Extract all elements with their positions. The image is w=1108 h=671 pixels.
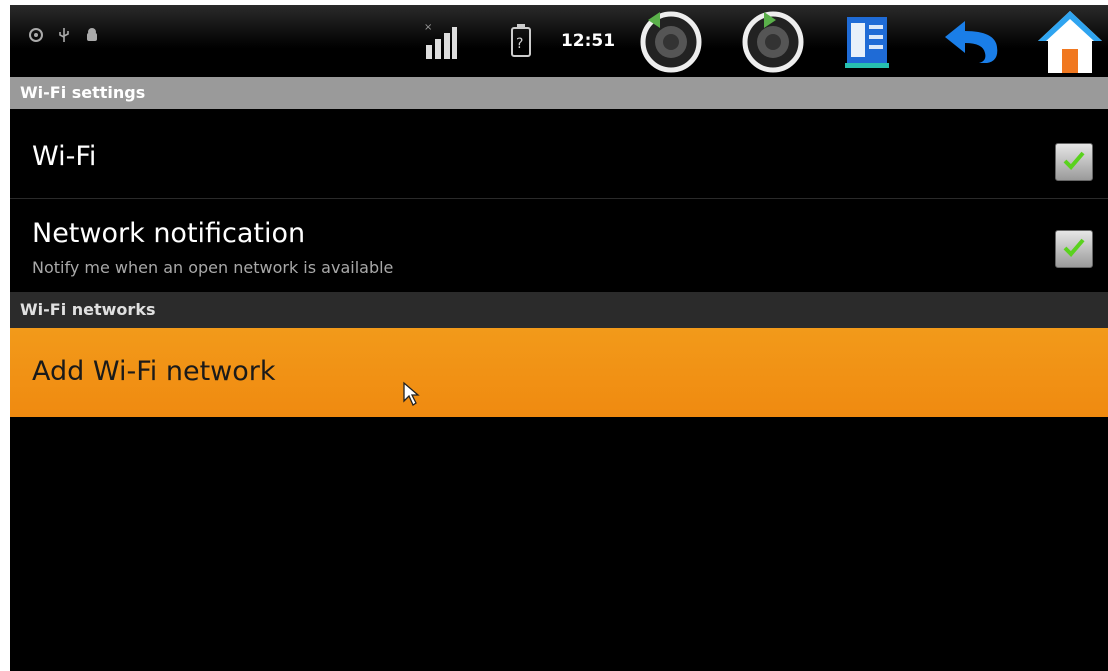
- home-icon[interactable]: [1032, 5, 1108, 77]
- wifi-toggle-label: Wi-Fi: [32, 141, 97, 172]
- check-icon: [1062, 149, 1086, 175]
- device-screen: × ? 12:51 Wi-Fi settings Wi-Fi Network n…: [10, 5, 1108, 671]
- android-debug-icon: [84, 27, 100, 43]
- signal-icon: ×: [420, 5, 460, 77]
- section-header-wifi-networks: Wi-Fi networks: [10, 292, 1108, 328]
- network-notification-row[interactable]: Network notification Notify me when an o…: [10, 200, 1108, 291]
- section-header-wifi-settings: Wi-Fi settings: [10, 77, 1108, 109]
- volume-down-icon[interactable]: [636, 5, 706, 77]
- notification-icons: [28, 27, 100, 43]
- add-wifi-network-row[interactable]: Add Wi-Fi network: [10, 328, 1108, 417]
- mouse-cursor-icon: [402, 381, 420, 411]
- svg-text:?: ?: [516, 36, 523, 52]
- battery-unknown-icon: ?: [506, 5, 536, 77]
- add-wifi-network-label: Add Wi-Fi network: [32, 356, 276, 387]
- wifi-toggle-row[interactable]: Wi-Fi: [10, 109, 1108, 199]
- svg-text:×: ×: [424, 22, 432, 33]
- back-icon[interactable]: [938, 5, 1004, 77]
- volume-up-icon[interactable]: [738, 5, 808, 77]
- network-notification-subtitle: Notify me when an open network is availa…: [32, 258, 394, 277]
- menu-icon[interactable]: [838, 5, 896, 77]
- network-notification-label: Network notification: [32, 218, 306, 249]
- status-time: 12:51: [560, 31, 616, 51]
- wifi-checkbox[interactable]: [1055, 143, 1093, 181]
- check-icon: [1062, 236, 1086, 262]
- network-notification-checkbox[interactable]: [1055, 230, 1093, 268]
- status-bar: × ? 12:51: [10, 5, 1108, 77]
- usb-icon: [56, 27, 72, 43]
- sync-icon: [28, 27, 44, 43]
